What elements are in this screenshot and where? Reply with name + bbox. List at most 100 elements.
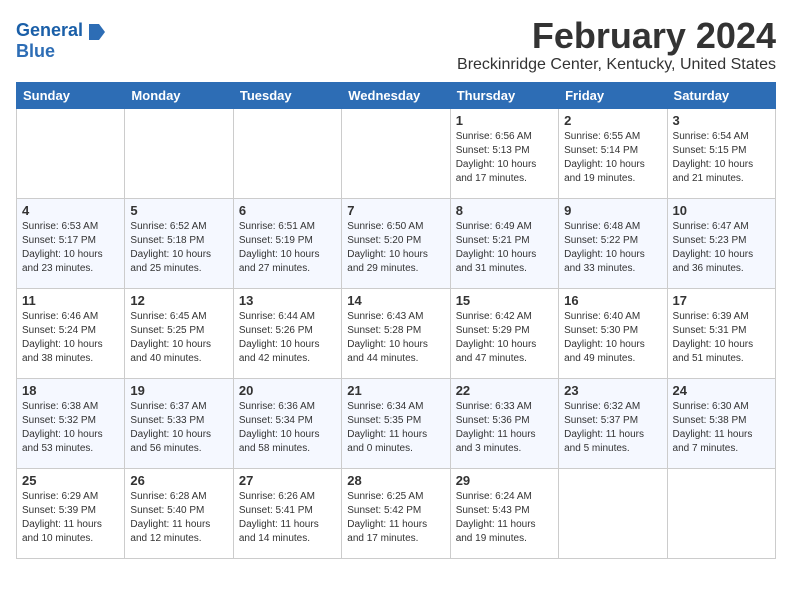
day-info: Sunrise: 6:46 AM Sunset: 5:24 PM Dayligh…	[22, 310, 119, 366]
calendar-cell: 1 Sunrise: 6:56 AM Sunset: 5:13 PM Daylig…	[450, 108, 558, 198]
day-info: Sunrise: 6:47 AM Sunset: 5:23 PM Dayligh…	[673, 220, 770, 276]
day-info: Sunrise: 6:51 AM Sunset: 5:19 PM Dayligh…	[239, 220, 336, 276]
day-number: 4	[22, 203, 119, 218]
day-info: Sunrise: 6:44 AM Sunset: 5:26 PM Dayligh…	[239, 310, 336, 366]
calendar-cell: 7 Sunrise: 6:50 AM Sunset: 5:20 PM Daylig…	[342, 198, 450, 288]
location-subtitle: Breckinridge Center, Kentucky, United St…	[16, 56, 776, 74]
day-number: 3	[673, 113, 770, 128]
day-number: 24	[673, 383, 770, 398]
calendar-cell: 13Sunrise: 6:44 AM Sunset: 5:26 PM Dayli…	[233, 288, 341, 378]
logo-icon	[89, 24, 105, 40]
col-friday: Friday	[559, 82, 667, 108]
calendar-cell: 2 Sunrise: 6:55 AM Sunset: 5:14 PM Daylig…	[559, 108, 667, 198]
calendar-cell: 23 Sunrise: 6:32 AM Sunset: 5:37 PM Dayli…	[559, 378, 667, 468]
calendar-cell: 18Sunrise: 6:38 AM Sunset: 5:32 PM Dayli…	[17, 378, 125, 468]
col-wednesday: Wednesday	[342, 82, 450, 108]
day-info: Sunrise: 6:52 AM Sunset: 5:18 PM Dayligh…	[130, 220, 227, 276]
day-info: Sunrise: 6:56 AM Sunset: 5:13 PM Dayligh…	[456, 130, 553, 186]
calendar-body: 1 Sunrise: 6:56 AM Sunset: 5:13 PM Daylig…	[17, 108, 776, 558]
day-info: Sunrise: 6:43 AM Sunset: 5:28 PM Dayligh…	[347, 310, 444, 366]
day-info: Sunrise: 6:30 AM Sunset: 5:38 PM Dayligh…	[673, 400, 770, 456]
calendar-cell: 3 Sunrise: 6:54 AM Sunset: 5:15 PM Daylig…	[667, 108, 775, 198]
calendar-week-3: 11 Sunrise: 6:46 AM Sunset: 5:24 PM Dayli…	[17, 288, 776, 378]
calendar-week-4: 18Sunrise: 6:38 AM Sunset: 5:32 PM Dayli…	[17, 378, 776, 468]
calendar-cell: 8Sunrise: 6:49 AM Sunset: 5:21 PM Daylig…	[450, 198, 558, 288]
day-number: 21	[347, 383, 444, 398]
day-info: Sunrise: 6:29 AM Sunset: 5:39 PM Dayligh…	[22, 490, 119, 546]
day-number: 11	[22, 293, 119, 308]
calendar-cell: 25 Sunrise: 6:29 AM Sunset: 5:39 PM Dayli…	[17, 468, 125, 558]
calendar-week-2: 4 Sunrise: 6:53 AM Sunset: 5:17 PM Daylig…	[17, 198, 776, 288]
day-number: 19	[130, 383, 227, 398]
day-number: 18	[22, 383, 119, 398]
day-info: Sunrise: 6:33 AM Sunset: 5:36 PM Dayligh…	[456, 400, 553, 456]
calendar-cell	[667, 468, 775, 558]
calendar-cell: 21 Sunrise: 6:34 AM Sunset: 5:35 PM Dayli…	[342, 378, 450, 468]
day-info: Sunrise: 6:28 AM Sunset: 5:40 PM Dayligh…	[130, 490, 227, 546]
day-number: 27	[239, 473, 336, 488]
day-number: 23	[564, 383, 661, 398]
day-number: 9	[564, 203, 661, 218]
day-info: Sunrise: 6:36 AM Sunset: 5:34 PM Dayligh…	[239, 400, 336, 456]
day-info: Sunrise: 6:54 AM Sunset: 5:15 PM Dayligh…	[673, 130, 770, 186]
day-number: 29	[456, 473, 553, 488]
col-sunday: Sunday	[17, 82, 125, 108]
day-info: Sunrise: 6:53 AM Sunset: 5:17 PM Dayligh…	[22, 220, 119, 276]
day-info: Sunrise: 6:42 AM Sunset: 5:29 PM Dayligh…	[456, 310, 553, 366]
day-info: Sunrise: 6:49 AM Sunset: 5:21 PM Dayligh…	[456, 220, 553, 276]
calendar-cell: 20 Sunrise: 6:36 AM Sunset: 5:34 PM Dayli…	[233, 378, 341, 468]
calendar-header: Sunday Monday Tuesday Wednesday Thursday…	[17, 82, 776, 108]
day-number: 2	[564, 113, 661, 128]
col-saturday: Saturday	[667, 82, 775, 108]
calendar-cell	[17, 108, 125, 198]
header-row: Sunday Monday Tuesday Wednesday Thursday…	[17, 82, 776, 108]
calendar-cell: 16Sunrise: 6:40 AM Sunset: 5:30 PM Dayli…	[559, 288, 667, 378]
month-year-title: February 2024	[16, 16, 776, 56]
calendar-cell: 24 Sunrise: 6:30 AM Sunset: 5:38 PM Dayli…	[667, 378, 775, 468]
calendar-cell: 9Sunrise: 6:48 AM Sunset: 5:22 PM Daylig…	[559, 198, 667, 288]
day-number: 17	[673, 293, 770, 308]
calendar-week-1: 1 Sunrise: 6:56 AM Sunset: 5:13 PM Daylig…	[17, 108, 776, 198]
calendar-cell: 6 Sunrise: 6:51 AM Sunset: 5:19 PM Daylig…	[233, 198, 341, 288]
logo-text: General Blue	[16, 20, 105, 62]
day-info: Sunrise: 6:32 AM Sunset: 5:37 PM Dayligh…	[564, 400, 661, 456]
calendar-cell: 11 Sunrise: 6:46 AM Sunset: 5:24 PM Dayli…	[17, 288, 125, 378]
calendar-cell: 14 Sunrise: 6:43 AM Sunset: 5:28 PM Dayli…	[342, 288, 450, 378]
day-number: 14	[347, 293, 444, 308]
day-info: Sunrise: 6:24 AM Sunset: 5:43 PM Dayligh…	[456, 490, 553, 546]
day-number: 7	[347, 203, 444, 218]
day-info: Sunrise: 6:37 AM Sunset: 5:33 PM Dayligh…	[130, 400, 227, 456]
calendar-cell	[125, 108, 233, 198]
calendar-cell: 17 Sunrise: 6:39 AM Sunset: 5:31 PM Dayli…	[667, 288, 775, 378]
calendar-cell	[559, 468, 667, 558]
day-info: Sunrise: 6:55 AM Sunset: 5:14 PM Dayligh…	[564, 130, 661, 186]
day-number: 22	[456, 383, 553, 398]
day-number: 1	[456, 113, 553, 128]
day-number: 6	[239, 203, 336, 218]
calendar-table: Sunday Monday Tuesday Wednesday Thursday…	[16, 82, 776, 559]
calendar-cell: 29 Sunrise: 6:24 AM Sunset: 5:43 PM Dayli…	[450, 468, 558, 558]
day-info: Sunrise: 6:25 AM Sunset: 5:42 PM Dayligh…	[347, 490, 444, 546]
logo: General Blue	[16, 20, 105, 62]
calendar-cell: 22 Sunrise: 6:33 AM Sunset: 5:36 PM Dayli…	[450, 378, 558, 468]
calendar-cell: 19 Sunrise: 6:37 AM Sunset: 5:33 PM Dayli…	[125, 378, 233, 468]
calendar-cell: 15 Sunrise: 6:42 AM Sunset: 5:29 PM Dayli…	[450, 288, 558, 378]
day-info: Sunrise: 6:34 AM Sunset: 5:35 PM Dayligh…	[347, 400, 444, 456]
calendar-cell: 26Sunrise: 6:28 AM Sunset: 5:40 PM Dayli…	[125, 468, 233, 558]
day-info: Sunrise: 6:45 AM Sunset: 5:25 PM Dayligh…	[130, 310, 227, 366]
day-number: 20	[239, 383, 336, 398]
logo-general: General	[16, 20, 83, 40]
day-number: 25	[22, 473, 119, 488]
col-thursday: Thursday	[450, 82, 558, 108]
day-info: Sunrise: 6:50 AM Sunset: 5:20 PM Dayligh…	[347, 220, 444, 276]
day-info: Sunrise: 6:39 AM Sunset: 5:31 PM Dayligh…	[673, 310, 770, 366]
calendar-cell	[342, 108, 450, 198]
col-tuesday: Tuesday	[233, 82, 341, 108]
day-number: 15	[456, 293, 553, 308]
calendar-cell: 28 Sunrise: 6:25 AM Sunset: 5:42 PM Dayli…	[342, 468, 450, 558]
calendar-cell: 12Sunrise: 6:45 AM Sunset: 5:25 PM Dayli…	[125, 288, 233, 378]
day-number: 16	[564, 293, 661, 308]
calendar-week-5: 25 Sunrise: 6:29 AM Sunset: 5:39 PM Dayli…	[17, 468, 776, 558]
day-number: 28	[347, 473, 444, 488]
logo-blue: Blue	[16, 41, 55, 61]
